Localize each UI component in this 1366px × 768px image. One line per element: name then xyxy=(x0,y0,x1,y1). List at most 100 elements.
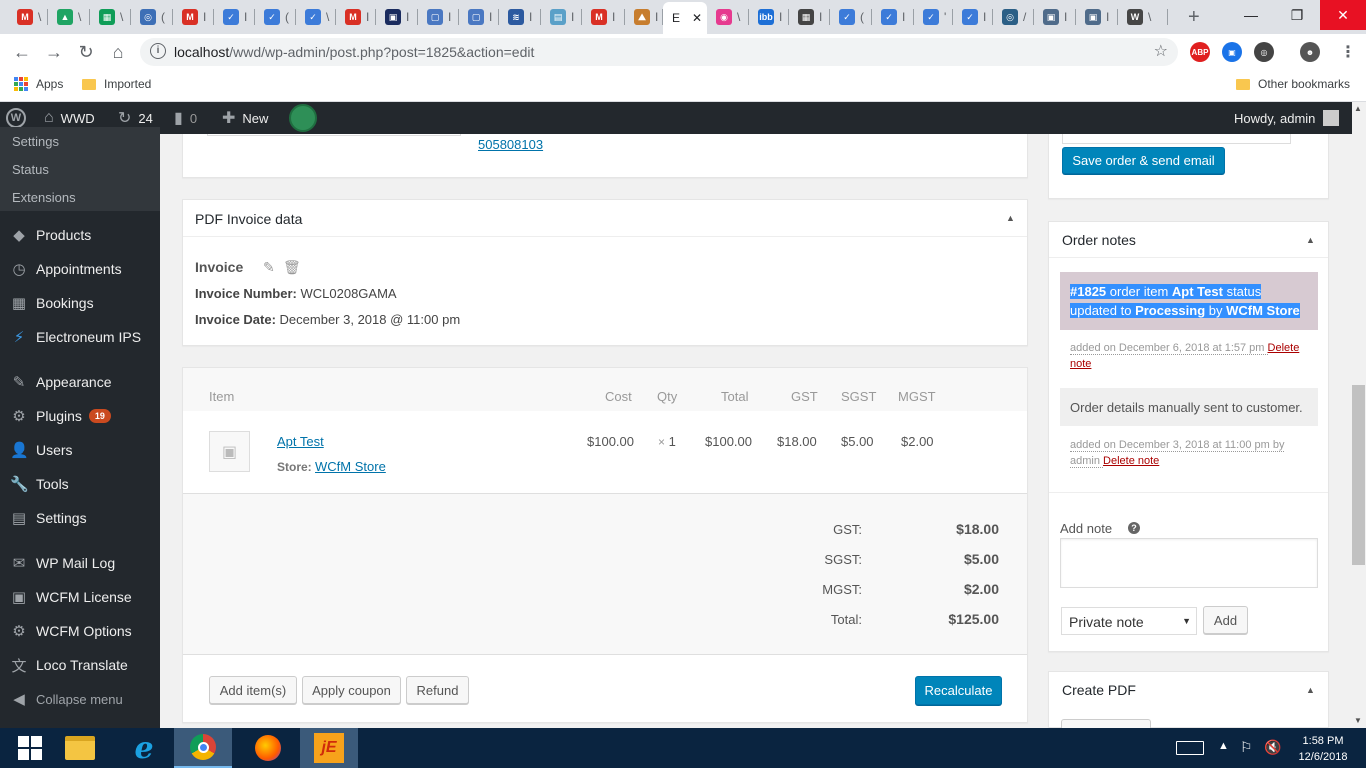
imported-bookmark-folder[interactable]: Imported xyxy=(82,77,151,91)
collapse-arrow-icon[interactable]: ▲ xyxy=(1306,685,1315,695)
create-pdf-button-edge[interactable] xyxy=(1061,719,1151,728)
close-window-button[interactable]: ✕ xyxy=(1320,0,1366,30)
scrollbar-thumb[interactable] xyxy=(1352,385,1365,565)
create-pdf-title[interactable]: Create PDF xyxy=(1062,682,1136,698)
extension-icon[interactable]: ◎ xyxy=(1254,42,1274,62)
sidebar-item-products[interactable]: ◆ Products xyxy=(0,218,160,252)
home-icon[interactable]: ⌂ xyxy=(106,40,130,64)
apply-coupon-button[interactable]: Apply coupon xyxy=(302,676,401,704)
submenu-item[interactable]: Settings xyxy=(0,127,160,155)
browser-tab[interactable]: ✓ \ xyxy=(296,4,336,30)
item-name-link[interactable]: Apt Test xyxy=(277,434,324,449)
browser-tab[interactable]: MI xyxy=(173,4,214,30)
browser-tab[interactable]: ≋ I xyxy=(499,4,541,30)
sidebar-item-wcfm-options[interactable]: ⚙ WCFM Options xyxy=(0,614,160,648)
browser-tab[interactable]: ▦ \ xyxy=(90,4,131,30)
browser-tab[interactable]: ✓ I xyxy=(953,4,993,30)
browser-tab[interactable]: ▦ I xyxy=(789,4,830,30)
jedit-taskbar-icon[interactable]: jE xyxy=(300,728,358,768)
browser-tab[interactable]: ✓ I xyxy=(214,4,255,30)
tab-close-icon[interactable]: ✕ xyxy=(692,11,702,25)
trash-icon[interactable]: 🗑 xyxy=(283,259,301,276)
apps-bookmark[interactable]: Apps xyxy=(14,77,63,91)
order-action-select-edge[interactable] xyxy=(1062,134,1291,144)
howdy-account-link[interactable]: Howdy, admin xyxy=(1234,102,1340,134)
browser-tab[interactable]: MI xyxy=(582,4,625,30)
bookmark-star-icon[interactable]: ☆ xyxy=(1154,41,1168,61)
pdf-invoice-title[interactable]: PDF Invoice data xyxy=(195,211,302,227)
browser-tab[interactable]: W \ xyxy=(1118,4,1168,30)
plugin-status-icon[interactable] xyxy=(289,104,317,132)
other-bookmarks-folder[interactable]: Other bookmarks xyxy=(1236,77,1350,91)
back-icon[interactable]: ← xyxy=(10,40,34,64)
extension-icon[interactable]: ☻ xyxy=(1300,42,1320,62)
browser-tab[interactable]: ✓( xyxy=(830,4,872,30)
edit-pencil-icon[interactable]: ✎ xyxy=(263,259,275,276)
taskbar-clock[interactable]: 1:58 PM 12/6/2018 xyxy=(1290,733,1356,765)
browser-tab[interactable]: ✓ I xyxy=(872,4,914,30)
add-items-button[interactable]: Add item(s) xyxy=(209,676,297,704)
reload-icon[interactable]: ↻ xyxy=(74,40,98,64)
url-text[interactable]: localhost/wwd/wp-admin/post.php?post=182… xyxy=(174,44,534,60)
browser-tab[interactable]: ▣ I xyxy=(1076,4,1118,30)
collapse-arrow-icon[interactable]: ▲ xyxy=(1306,235,1315,245)
save-order-send-email-button[interactable]: Save order & send email xyxy=(1062,147,1225,174)
firefox-taskbar-icon[interactable] xyxy=(238,728,298,768)
network-icon[interactable]: ⚐ xyxy=(1240,739,1253,756)
sidebar-item-plugins[interactable]: ⚙ Plugins 19 xyxy=(0,399,160,433)
chrome-taskbar-icon[interactable] xyxy=(174,728,232,768)
add-note-textarea[interactable] xyxy=(1060,538,1318,588)
billing-phone-link[interactable]: 505808103 xyxy=(478,137,543,152)
scroll-down-arrow-icon[interactable]: ▼ xyxy=(1354,716,1362,725)
address-bar[interactable]: i localhost/wwd/wp-admin/post.php?post=1… xyxy=(140,38,1178,66)
note-type-select[interactable]: Private note ▼ xyxy=(1061,607,1197,635)
browser-tab[interactable]: MI xyxy=(336,4,376,30)
browser-tab[interactable]: ✓ ' xyxy=(914,4,953,30)
order-notes-title[interactable]: Order notes xyxy=(1062,232,1136,248)
browser-tab[interactable]: ✓( xyxy=(255,4,296,30)
extension-icon[interactable]: ▣ xyxy=(1222,42,1242,62)
sidebar-item-appointments[interactable]: ◷ Appointments xyxy=(0,252,160,286)
sidebar-item-electroneum-ips[interactable]: ⚡ Electroneum IPS xyxy=(0,320,160,354)
sidebar-item-settings[interactable]: ▤ Settings xyxy=(0,501,160,535)
minimize-button[interactable]: — xyxy=(1228,0,1274,30)
keyboard-icon[interactable] xyxy=(1176,741,1204,755)
delete-note-link[interactable]: Delete note xyxy=(1103,455,1159,467)
scroll-up-arrow-icon[interactable]: ▲ xyxy=(1354,104,1362,113)
browser-tab[interactable]: ▣ I xyxy=(1034,4,1076,30)
sidebar-item-bookings[interactable]: ▦ Bookings xyxy=(0,286,160,320)
browser-tab[interactable]: ▢ I xyxy=(459,4,499,30)
sidebar-item-users[interactable]: 👤 Users xyxy=(0,433,160,467)
browser-tab[interactable]: ibb I xyxy=(749,4,789,30)
browser-tab[interactable]: ◎ / xyxy=(993,4,1034,30)
collapse-arrow-icon[interactable]: ▲ xyxy=(1006,213,1015,223)
sidebar-item-wcfm-license[interactable]: ▣ WCFM License xyxy=(0,580,160,614)
browser-tab-active[interactable]: E ✕ xyxy=(663,2,707,34)
show-hidden-icons-arrow[interactable]: ▲ xyxy=(1218,740,1229,752)
browser-tab[interactable]: ▢ I xyxy=(418,4,459,30)
submenu-item[interactable]: Status xyxy=(0,155,160,183)
new-content-link[interactable]: ✚ New xyxy=(222,102,268,134)
browser-tab[interactable]: ◉ \ xyxy=(707,4,749,30)
new-tab-button[interactable]: + xyxy=(1188,6,1200,29)
add-note-button[interactable]: Add xyxy=(1203,606,1248,634)
forward-icon[interactable]: → xyxy=(42,40,66,64)
browser-tab[interactable]: M \ xyxy=(8,4,48,30)
sidebar-item-collapse-menu[interactable]: ◀ Collapse menu xyxy=(0,682,160,716)
sidebar-item-loco-translate[interactable]: 文 Loco Translate xyxy=(0,648,160,682)
browser-tab[interactable]: ▤ I xyxy=(541,4,582,30)
browser-tab[interactable]: ▲ \ xyxy=(48,4,90,30)
chrome-menu-icon[interactable]: ⋮ xyxy=(1338,42,1358,62)
restore-button[interactable]: ❐ xyxy=(1274,0,1320,30)
sidebar-item-wp-mail-log[interactable]: ✉ WP Mail Log xyxy=(0,546,160,580)
info-icon[interactable]: i xyxy=(150,43,166,59)
browser-tab[interactable]: ▣ I xyxy=(376,4,418,30)
recalculate-button[interactable]: Recalculate xyxy=(915,676,1002,705)
help-icon[interactable]: ? xyxy=(1128,522,1140,534)
internet-explorer-taskbar-icon[interactable]: e xyxy=(114,728,174,768)
file-explorer-taskbar-icon[interactable] xyxy=(50,728,110,768)
submenu-item[interactable]: Extensions xyxy=(0,183,160,211)
extension-icon[interactable]: ABP xyxy=(1190,42,1210,62)
volume-muted-icon[interactable]: 🔇 xyxy=(1264,739,1281,756)
comments-link[interactable]: ▮ 0 xyxy=(174,102,197,134)
